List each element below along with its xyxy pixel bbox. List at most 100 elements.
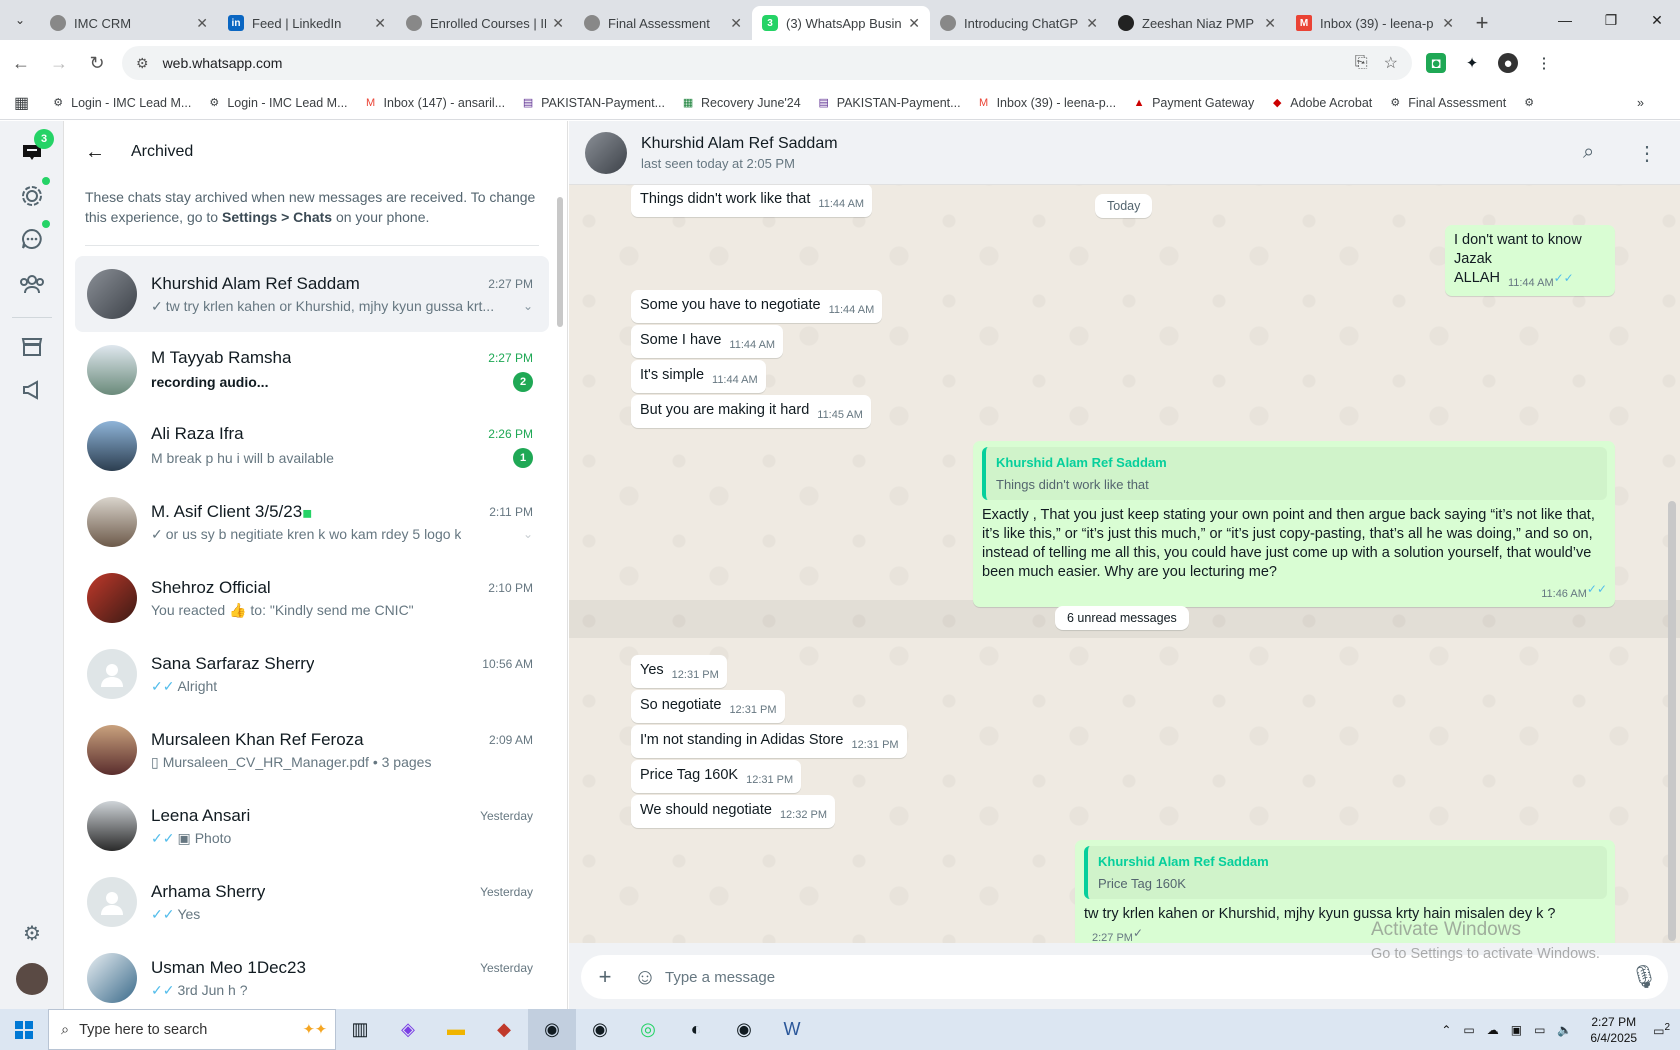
chat-row[interactable]: M. Asif Client 3/5/23◼ 2:11 PM ✓ or us sy … xyxy=(75,484,549,560)
bookmark-item[interactable]: ▤ PAKISTAN-Payment... xyxy=(817,96,960,110)
tab-close-icon[interactable]: ✕ xyxy=(552,15,564,32)
incoming-message[interactable]: Things didn't work like that 11:44 AM xyxy=(631,184,873,217)
close-window-icon[interactable]: ✕ xyxy=(1634,0,1680,40)
catalog-store-icon[interactable] xyxy=(16,331,48,363)
incoming-message[interactable]: I'm not standing in Adidas Store 12:31 PM xyxy=(631,725,907,758)
incoming-message[interactable]: So negotiate 12:31 PM xyxy=(631,690,785,723)
chrome-icon[interactable]: ◉ xyxy=(720,1009,768,1050)
notifications-icon[interactable]: ▭2 xyxy=(1653,1022,1670,1038)
forward-icon[interactable]: → xyxy=(42,46,76,80)
kebab-menu-icon[interactable]: ⋮ xyxy=(1534,53,1554,73)
puzzle-icon[interactable]: ✦ xyxy=(1462,53,1482,73)
bookmark-item[interactable]: ▲ Payment Gateway xyxy=(1132,96,1255,110)
tray-icon[interactable]: ▣ xyxy=(1511,1023,1522,1037)
chrome-icon[interactable]: ◉ xyxy=(576,1009,624,1050)
chevron-down-icon[interactable]: ⌄ xyxy=(523,527,533,541)
bookmark-item[interactable]: ⚙ Login - IMC Lead M... xyxy=(207,96,347,110)
incoming-message[interactable]: It's simple 11:44 AM xyxy=(631,360,766,393)
bookmark-item[interactable]: ⚙ Login - IMC Lead M... xyxy=(51,96,191,110)
restore-icon[interactable]: ❐ xyxy=(1588,0,1634,40)
browser-tab[interactable]: IMC CRM ✕ xyxy=(40,6,218,40)
tab-close-icon[interactable]: ✕ xyxy=(374,15,386,32)
bookmark-item[interactable]: ▤ PAKISTAN-Payment... xyxy=(521,96,665,110)
bookmark-item[interactable]: ▦ Recovery June'24 xyxy=(681,96,801,110)
browser-tab[interactable]: Final Assessment ✕ xyxy=(574,6,752,40)
chat-row[interactable]: M Tayyab Ramsha 2:27 PM recording audio..… xyxy=(75,332,549,408)
channels-icon[interactable] xyxy=(16,223,48,255)
back-icon[interactable]: ← xyxy=(4,46,38,80)
whatsapp-icon[interactable]: ◎ xyxy=(624,1009,672,1050)
tab-close-icon[interactable]: ✕ xyxy=(1086,15,1098,32)
taskbar-clock[interactable]: 2:27 PM 6/4/2025 xyxy=(1590,1014,1637,1046)
chat-row[interactable]: Mursaleen Khan Ref Feroza 2:09 AM ▯ Mursal… xyxy=(75,712,549,788)
network-icon[interactable]: ▭ xyxy=(1534,1023,1545,1037)
app-icon[interactable]: ◆ xyxy=(480,1009,528,1050)
tab-close-icon[interactable]: ✕ xyxy=(1442,15,1454,32)
incoming-message[interactable]: We should negotiate 12:32 PM xyxy=(631,795,836,828)
attach-plus-icon[interactable]: + xyxy=(585,964,625,990)
chrome-icon[interactable]: ◉ xyxy=(528,1009,576,1050)
volume-icon[interactable]: 🔈 xyxy=(1557,1023,1572,1037)
kebab-menu-icon[interactable]: ⋮ xyxy=(1637,141,1657,166)
extension-icon[interactable]: ◘ xyxy=(1426,53,1446,73)
bookmark-item[interactable]: M Inbox (39) - leena-p... xyxy=(977,96,1116,110)
chevron-up-icon[interactable]: ⌃ xyxy=(1441,1023,1451,1037)
bookmark-icon[interactable]: ⚙ xyxy=(1522,96,1542,110)
conversation-scrollbar[interactable] xyxy=(1668,501,1676,941)
ads-megaphone-icon[interactable] xyxy=(16,374,48,406)
bookmark-item[interactable]: ⚙ Final Assessment xyxy=(1388,96,1506,110)
copilot-icon[interactable]: ◈ xyxy=(384,1009,432,1050)
communities-icon[interactable] xyxy=(16,268,48,300)
site-info-icon[interactable]: ⚙ xyxy=(136,55,149,72)
chat-row[interactable]: Sana Sarfaraz Sherry 10:56 AM ✓✓ Alright xyxy=(75,636,549,712)
tab-close-icon[interactable]: ✕ xyxy=(730,15,742,32)
address-bar[interactable]: ⚙ web.whatsapp.com ⎘ ☆ xyxy=(122,46,1412,80)
apps-icon[interactable]: ▦ xyxy=(14,93,29,113)
word-icon[interactable]: W xyxy=(768,1009,816,1050)
minimize-icon[interactable]: — xyxy=(1542,0,1588,40)
chat-row[interactable]: Khurshid Alam Ref Saddam 2:27 PM ✓ tw try … xyxy=(75,256,549,332)
task-view-icon[interactable]: ▥ xyxy=(336,1009,384,1050)
browser-tab[interactable]: Enrolled Courses | IM ✕ xyxy=(396,6,574,40)
search-icon[interactable]: ⌕ xyxy=(1583,141,1594,164)
outgoing-message[interactable]: Khurshid Alam Ref Saddam Things didn't wo… xyxy=(973,441,1615,607)
profile-avatar[interactable]: ● xyxy=(1498,53,1518,73)
settings-gear-icon[interactable]: ⚙ xyxy=(16,917,48,949)
incoming-message[interactable]: Some you have to negotiate 11:44 AM xyxy=(631,290,883,323)
bookmark-star-icon[interactable]: ☆ xyxy=(1384,53,1398,73)
message-input[interactable] xyxy=(665,968,1624,986)
tray-icon[interactable]: ▭ xyxy=(1463,1023,1474,1037)
bookmark-item[interactable]: M Inbox (147) - ansaril... xyxy=(364,96,505,110)
quoted-message[interactable]: Khurshid Alam Ref Saddam Things didn't wo… xyxy=(982,447,1607,500)
browser-tab[interactable]: Introducing ChatGP ✕ xyxy=(930,6,1108,40)
chat-list-scrollbar[interactable] xyxy=(557,197,563,327)
status-icon[interactable] xyxy=(16,180,48,212)
chevron-down-icon[interactable]: ⌄ xyxy=(523,299,533,313)
outgoing-message[interactable]: I don't want to know Jazak ALLAH 11:44 AM✓… xyxy=(1445,225,1615,296)
incoming-message[interactable]: Yes 12:31 PM xyxy=(631,655,727,688)
emoji-sticker-icon[interactable]: ☺ xyxy=(625,964,665,990)
chat-row[interactable]: Ali Raza Ifra 2:26 PM M break p hu i will… xyxy=(75,408,549,484)
contact-avatar[interactable] xyxy=(585,131,627,174)
incoming-message[interactable]: Price Tag 160K 12:31 PM xyxy=(631,760,802,793)
browser-tab[interactable]: M Inbox (39) - leena-p ✕ xyxy=(1286,6,1464,40)
install-app-icon[interactable]: ⎘ xyxy=(1355,54,1368,72)
reload-icon[interactable]: ↻ xyxy=(80,46,114,80)
bookmark-item[interactable]: ◆ Adobe Acrobat xyxy=(1270,96,1372,110)
profile-avatar[interactable] xyxy=(16,963,48,995)
new-tab-button[interactable]: + xyxy=(1464,6,1500,40)
tab-search-icon[interactable]: ⌄ xyxy=(0,0,40,40)
chat-row[interactable]: Leena Ansari Yesterday ✓✓ ▣ Photo xyxy=(75,788,549,864)
chat-row[interactable]: Shehroz Official 2:10 PM You reacted 👍 to… xyxy=(75,560,549,636)
tab-close-icon[interactable]: ✕ xyxy=(908,15,920,32)
cloud-icon[interactable]: ☁ xyxy=(1487,1023,1499,1037)
browser-tab[interactable]: in Feed | LinkedIn ✕ xyxy=(218,6,396,40)
more-bookmarks-icon[interactable]: » xyxy=(1637,96,1644,110)
chat-row[interactable]: Arhama Sherry Yesterday ✓✓ Yes xyxy=(75,864,549,940)
incoming-message[interactable]: Some I have 11:44 AM xyxy=(631,325,784,358)
windows-start-icon[interactable] xyxy=(0,1009,48,1050)
browser-tab-active[interactable]: 3 (3) WhatsApp Busin ✕ xyxy=(752,6,930,40)
microphone-icon[interactable]: 🎙 xyxy=(1624,964,1664,990)
back-arrow-icon[interactable]: ← xyxy=(85,141,109,164)
file-explorer-icon[interactable]: ▬ xyxy=(432,1009,480,1050)
